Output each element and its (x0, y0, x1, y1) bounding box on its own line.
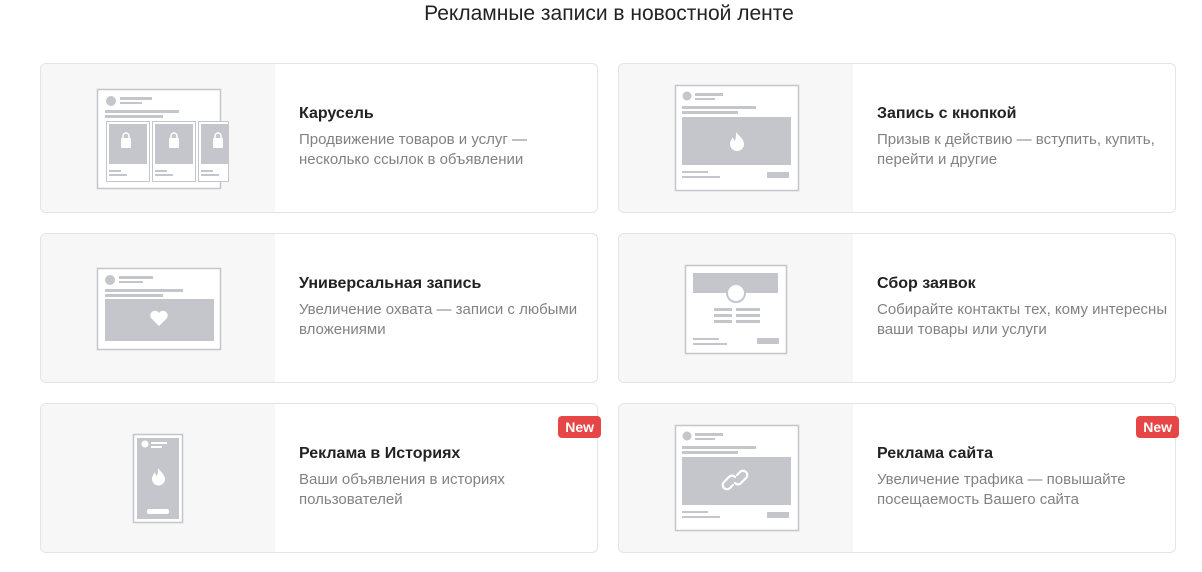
universal-post-icon (96, 267, 222, 351)
card-title: Универсальная запись (299, 275, 482, 292)
lead-form-icon (684, 264, 788, 355)
button-post-icon (674, 84, 800, 192)
new-badge: New (1136, 416, 1179, 438)
card-description: Увеличение трафика — повышайте посещаемо… (877, 471, 1126, 508)
card-stories[interactable]: Реклама в Историях Ваши объявления в ист… (40, 403, 601, 553)
card-button-post[interactable]: Запись с кнопкой Призыв к действию — вст… (618, 63, 1176, 213)
card-text: Карусель Продвижение товаров и услуг — н… (299, 104, 595, 170)
ad-formats-page: Рекламные записи в новостной ленте Карус… (0, 0, 1202, 572)
card-illustration (41, 234, 275, 382)
card-description: Ваши объявления в историях пользователей (299, 471, 505, 508)
card-text: Реклама сайта Увеличение трафика — повыш… (877, 444, 1173, 510)
card-description: Призыв к действию — вступить, купить, пе… (877, 131, 1155, 168)
card-illustration (41, 64, 275, 212)
card-illustration (619, 64, 853, 212)
card-description: Собирайте контакты тех, кому интересны в… (877, 301, 1168, 338)
card-title: Карусель (299, 105, 374, 122)
card-title: Сбор заявок (877, 275, 976, 292)
card-carousel[interactable]: Карусель Продвижение товаров и услуг — н… (40, 63, 598, 213)
card-description: Продвижение товаров и услуг — несколько … (299, 131, 528, 168)
stories-icon (132, 433, 184, 524)
card-title: Запись с кнопкой (877, 105, 1017, 122)
website-ad-icon (674, 424, 800, 532)
card-universal-post[interactable]: Универсальная запись Увеличение охвата —… (40, 233, 598, 383)
card-illustration (619, 234, 853, 382)
card-website-ad[interactable]: Реклама сайта Увеличение трафика — повыш… (618, 403, 1179, 553)
card-text: Универсальная запись Увеличение охвата —… (299, 274, 595, 340)
card-text: Сбор заявок Собирайте контакты тех, кому… (877, 274, 1173, 340)
page-title: Рекламные записи в новостной ленте (424, 2, 794, 25)
card-lead-form[interactable]: Сбор заявок Собирайте контакты тех, кому… (618, 233, 1176, 383)
card-illustration (41, 404, 275, 552)
card-title: Реклама в Историях (299, 445, 461, 462)
card-text: Запись с кнопкой Призыв к действию — вст… (877, 104, 1173, 170)
new-badge: New (558, 416, 601, 438)
carousel-icon (96, 88, 229, 190)
card-text: Реклама в Историях Ваши объявления в ист… (299, 444, 595, 510)
card-description: Увеличение охвата — записи с любыми влож… (299, 301, 578, 338)
card-title: Реклама сайта (877, 445, 993, 462)
card-illustration (619, 404, 853, 552)
